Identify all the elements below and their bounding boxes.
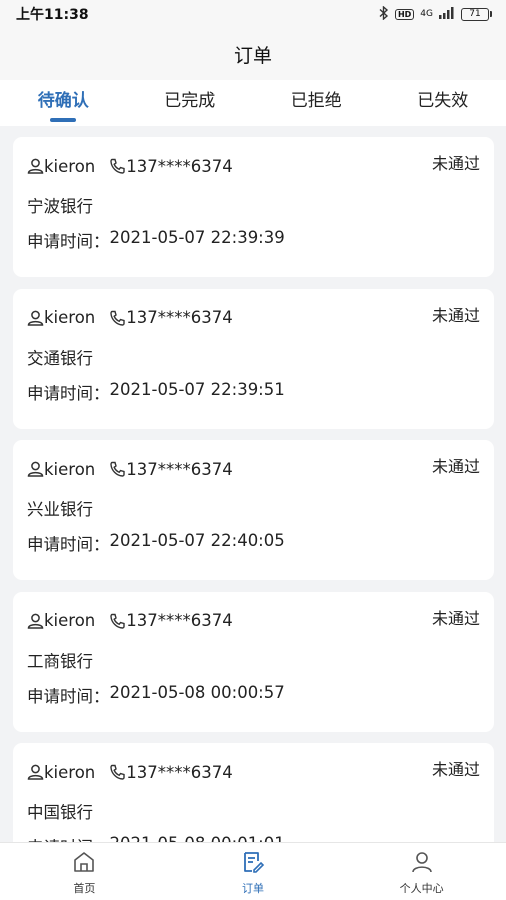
nav-bar: 订单: [0, 28, 506, 80]
order-user: kieron: [27, 763, 95, 782]
order-phone: 137****6374: [109, 460, 233, 479]
order-apply-time: 申请时间： 2021-05-08 00:00:57: [27, 682, 480, 706]
tab-expired[interactable]: 已失效: [380, 80, 506, 126]
page-title: 订单: [233, 44, 272, 67]
order-status: 未通过: [431, 760, 480, 779]
phone-icon: [109, 158, 126, 174]
apply-time-label: 申请时间：: [27, 834, 110, 842]
status-time: 上午11:38: [16, 7, 89, 23]
apply-time-value: 2021-05-07 22:39:39: [109, 228, 285, 247]
bluetooth-icon: [379, 4, 389, 23]
apply-time-label: 申请时间：: [27, 232, 110, 251]
order-status: 未通过: [431, 608, 480, 628]
tab-rejected[interactable]: 已拒绝: [253, 80, 380, 126]
tab-completed[interactable]: 已完成: [127, 80, 254, 126]
order-apply-time: 申请时间： 2021-05-07 22:39:51: [27, 379, 480, 403]
user-name: kieron: [44, 762, 96, 782]
bottom-nav-home[interactable]: 首页: [0, 843, 169, 900]
hd-badge: HD: [394, 8, 415, 20]
apply-time-label: 申请时间：: [27, 535, 110, 554]
order-bank: 中国银行: [27, 803, 93, 822]
apply-time-value: 2021-05-08 00:01:01: [110, 834, 285, 842]
order-status: 未通过: [431, 457, 480, 476]
phone-icon: [109, 764, 126, 780]
order-phone: 137****6374: [109, 763, 233, 782]
bottom-nav-orders[interactable]: 订单: [169, 843, 338, 900]
bottom-nav-home-label: 首页: [73, 882, 96, 895]
tab-pending[interactable]: 待确认: [0, 80, 127, 126]
bottom-nav-profile[interactable]: 个人中心: [337, 843, 506, 900]
order-bank: 交通银行: [27, 348, 93, 368]
home-icon: [72, 851, 96, 876]
user-name: kieron: [44, 611, 96, 630]
order-phone: 137****6374: [109, 308, 233, 327]
phone-number: 137****6374: [126, 308, 233, 327]
order-card[interactable]: kieron 137****6374 未通过 工商银行 申请时间： 2021-0…: [13, 591, 494, 732]
order-status: 未通过: [431, 154, 480, 173]
apply-time-value: 2021-05-07 22:39:51: [109, 379, 285, 399]
network-label: 4G: [420, 9, 433, 19]
phone-number: 137****6374: [126, 762, 233, 782]
user-name: kieron: [44, 308, 96, 327]
phone-number: 137****6374: [126, 611, 233, 630]
order-user: kieron: [27, 460, 95, 479]
apply-time-value: 2021-05-08 00:00:57: [109, 682, 285, 702]
order-apply-time: 申请时间： 2021-05-07 22:39:39: [27, 228, 480, 251]
status-icons: HD 4G 71: [379, 4, 492, 23]
battery-icon: 71: [461, 7, 492, 21]
person-icon: [410, 851, 434, 876]
phone-icon: [109, 613, 126, 629]
order-phone: 137****6374: [109, 157, 233, 176]
phone-number: 137****6374: [126, 459, 233, 479]
bottom-nav-orders-label: 订单: [242, 882, 264, 895]
order-status: 未通过: [431, 305, 480, 325]
user-icon: [27, 158, 44, 174]
order-card[interactable]: kieron 137****6374 未通过 兴业银行 申请时间： 2021-0…: [13, 440, 494, 580]
user-name: kieron: [44, 459, 96, 479]
bottom-nav-profile-label: 个人中心: [399, 882, 444, 895]
order-bank: 宁波银行: [27, 197, 93, 216]
order-apply-time: 申请时间： 2021-05-08 00:01:01: [27, 834, 480, 842]
order-card[interactable]: kieron 137****6374 未通过 中国银行 申请时间： 2021-0…: [13, 743, 494, 842]
apply-time-label: 申请时间：: [27, 686, 110, 706]
apply-time-label: 申请时间：: [27, 383, 110, 403]
user-icon: [27, 613, 44, 629]
battery-level: 71: [461, 7, 489, 21]
bottom-nav: 首页 订单 个人中心: [0, 842, 506, 900]
order-card[interactable]: kieron 137****6374 未通过 交通银行 申请时间： 2021-0…: [13, 288, 494, 429]
user-icon: [27, 310, 44, 326]
phone-number: 137****6374: [126, 156, 233, 176]
order-tabs: 待确认 已完成 已拒绝 已失效: [0, 80, 506, 126]
order-user: kieron: [27, 157, 95, 176]
order-icon: [241, 851, 265, 876]
status-bar: 上午11:38 HD 4G 71: [0, 0, 506, 28]
user-name: kieron: [44, 156, 96, 176]
order-bank: 兴业银行: [27, 500, 93, 519]
user-icon: [27, 461, 44, 477]
order-card[interactable]: kieron 137****6374 未通过 宁波银行 申请时间： 2021-0…: [13, 137, 494, 277]
user-icon: [27, 764, 44, 780]
apply-time-value: 2021-05-07 22:40:05: [109, 531, 285, 550]
order-list[interactable]: kieron 137****6374 未通过 宁波银行 申请时间： 2021-0…: [0, 126, 506, 842]
order-user: kieron: [27, 308, 95, 327]
phone-icon: [109, 461, 126, 477]
order-apply-time: 申请时间： 2021-05-07 22:40:05: [27, 531, 480, 554]
order-bank: 工商银行: [27, 651, 93, 671]
signal-icon: [439, 6, 455, 22]
order-user: kieron: [27, 611, 95, 630]
phone-icon: [109, 310, 126, 326]
order-phone: 137****6374: [109, 611, 233, 630]
